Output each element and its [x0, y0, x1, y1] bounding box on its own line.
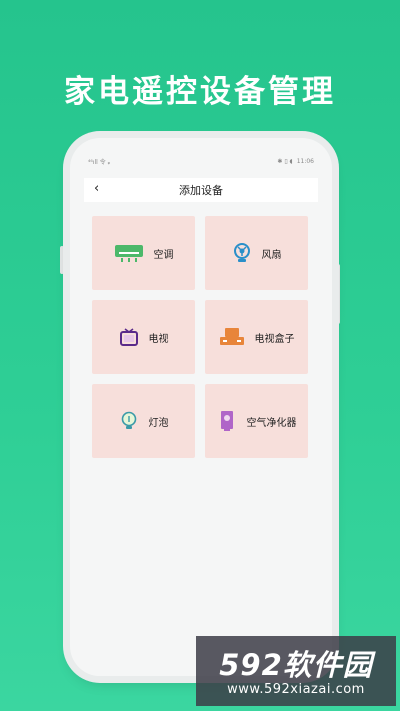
title-bar: ‹ 添加设备 [84, 178, 318, 202]
device-card-air-conditioner[interactable]: 空调 [92, 216, 195, 290]
air-conditioner-icon [114, 243, 144, 263]
device-label: 灯泡 [148, 417, 169, 429]
phone-side-button-left [60, 246, 64, 274]
device-card-air-purifier[interactable]: 空气净化器 [205, 384, 308, 458]
tv-box-icon [219, 327, 245, 347]
device-label: 风扇 [261, 249, 282, 261]
light-bulb-icon [119, 411, 139, 431]
device-label: 空气净化器 [246, 417, 297, 429]
device-content: 空调 风扇 电视 电视盒子 灯泡 空气净化器 [84, 202, 318, 676]
page-title: 添加设备 [179, 184, 223, 197]
device-label: 电视 [148, 333, 169, 345]
device-card-tv-box[interactable]: 电视盒子 [205, 300, 308, 374]
status-time: 11:06 [296, 157, 314, 165]
device-label: 电视盒子 [254, 333, 295, 345]
device-card-fan[interactable]: 风扇 [205, 216, 308, 290]
tv-icon [119, 327, 139, 347]
back-arrow-icon[interactable]: ‹ [94, 181, 99, 196]
signal-wifi-icons: ⁴⁶ıll 令 ᵩ [88, 158, 111, 166]
promo-headline: 家电遥控设备管理 [64, 74, 336, 110]
watermark-url: www.592xiazai.com [227, 682, 365, 697]
device-label: 空调 [153, 249, 174, 261]
device-card-tv[interactable]: 电视 [92, 300, 195, 374]
bluetooth-battery-icons: ✱ ▯ ◖ [277, 157, 293, 165]
watermark-brand: 592软件园 [219, 648, 373, 682]
air-purifier-icon [217, 410, 237, 432]
device-grid: 空调 风扇 电视 电视盒子 灯泡 空气净化器 [92, 216, 311, 458]
device-card-light-bulb[interactable]: 灯泡 [92, 384, 195, 458]
phone-mockup: ⁴⁶ıll 令 ᵩ ✱ ▯ ◖ 11:06 ‹ 添加设备 空调 风扇 电视 电视… [70, 138, 332, 676]
fan-icon [232, 243, 252, 263]
site-watermark: 592软件园 www.592xiazai.com [196, 636, 396, 706]
status-bar: ⁴⁶ıll 令 ᵩ ✱ ▯ ◖ 11:06 [88, 154, 314, 168]
phone-side-button-right [336, 264, 340, 324]
